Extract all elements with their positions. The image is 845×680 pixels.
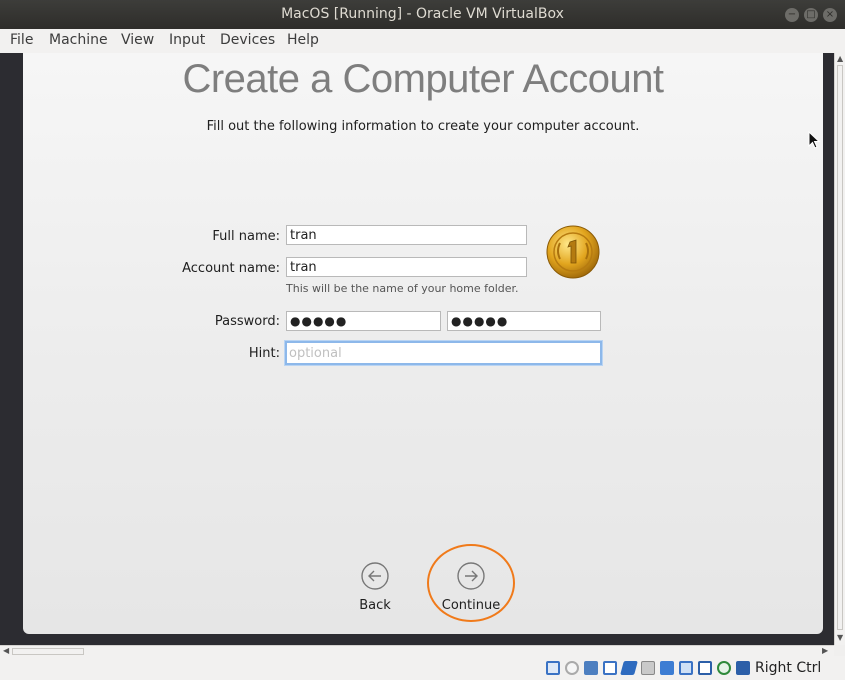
- continue-label: Continue: [441, 598, 501, 613]
- recording-icon[interactable]: [698, 661, 712, 675]
- mouse-pointer-icon: [808, 131, 821, 149]
- back-label: Back: [359, 598, 391, 613]
- menu-view[interactable]: View: [121, 32, 154, 48]
- continue-button[interactable]: Continue: [437, 562, 505, 613]
- scroll-up-arrow-icon[interactable]: ▲: [837, 54, 843, 63]
- shared-folders-icon[interactable]: [641, 661, 655, 675]
- status-bar: Right Ctrl: [0, 656, 845, 680]
- network-icon[interactable]: [603, 661, 617, 675]
- page-subtitle: Fill out the following information to cr…: [206, 119, 640, 134]
- menu-bar: File Machine View Input Devices Help: [0, 29, 845, 54]
- scroll-down-arrow-icon[interactable]: ▼: [837, 633, 843, 642]
- usb-icon[interactable]: [620, 661, 638, 675]
- menu-input[interactable]: Input: [169, 32, 205, 48]
- guest-screen[interactable]: Create a Computer Account Fill out the f…: [23, 53, 823, 634]
- host-key-label: Right Ctrl: [755, 660, 822, 676]
- mouse-integration-icon[interactable]: [736, 661, 750, 675]
- full-name-field[interactable]: [286, 225, 527, 245]
- full-name-label: Full name:: [212, 229, 280, 244]
- menu-devices[interactable]: Devices: [220, 32, 275, 48]
- scroll-right-arrow-icon[interactable]: ▶: [822, 646, 828, 655]
- vertical-scrollbar[interactable]: ▲ ▼: [834, 53, 845, 645]
- window-titlebar: MacOS [Running] - Oracle VM VirtualBox −…: [0, 0, 845, 29]
- hard-disk-icon[interactable]: [546, 661, 560, 675]
- audio-icon[interactable]: [584, 661, 598, 675]
- account-name-field[interactable]: [286, 257, 527, 277]
- horizontal-scroll-thumb[interactable]: [12, 648, 84, 655]
- minimize-button[interactable]: −: [785, 8, 799, 22]
- cpu-icon[interactable]: [717, 661, 731, 675]
- menu-help[interactable]: Help: [287, 32, 319, 48]
- hint-field[interactable]: [285, 341, 602, 365]
- password-field[interactable]: ●●●●●: [286, 311, 441, 331]
- forward-arrow-icon: [457, 562, 485, 590]
- optical-drive-icon[interactable]: [565, 661, 579, 675]
- back-button[interactable]: Back: [349, 562, 401, 613]
- account-name-helper: This will be the name of your home folde…: [286, 282, 519, 295]
- vertical-scroll-thumb[interactable]: [837, 65, 843, 630]
- verify-password-field[interactable]: ●●●●●: [447, 311, 601, 331]
- display-icon[interactable]: [660, 661, 674, 675]
- password-label: Password:: [214, 314, 280, 329]
- menu-file[interactable]: File: [10, 32, 33, 48]
- video-capture-icon[interactable]: [679, 661, 693, 675]
- maximize-button[interactable]: □: [804, 8, 818, 22]
- close-button[interactable]: ×: [823, 8, 837, 22]
- user-avatar-medal-icon[interactable]: [546, 225, 600, 279]
- account-name-label: Account name:: [182, 261, 280, 276]
- page-title: Create a Computer Account: [182, 57, 664, 101]
- menu-machine[interactable]: Machine: [49, 32, 108, 48]
- hint-label: Hint:: [248, 346, 280, 361]
- back-arrow-icon: [361, 562, 389, 590]
- window-title: MacOS [Running] - Oracle VM VirtualBox: [281, 6, 564, 22]
- scroll-left-arrow-icon[interactable]: ◀: [3, 646, 9, 655]
